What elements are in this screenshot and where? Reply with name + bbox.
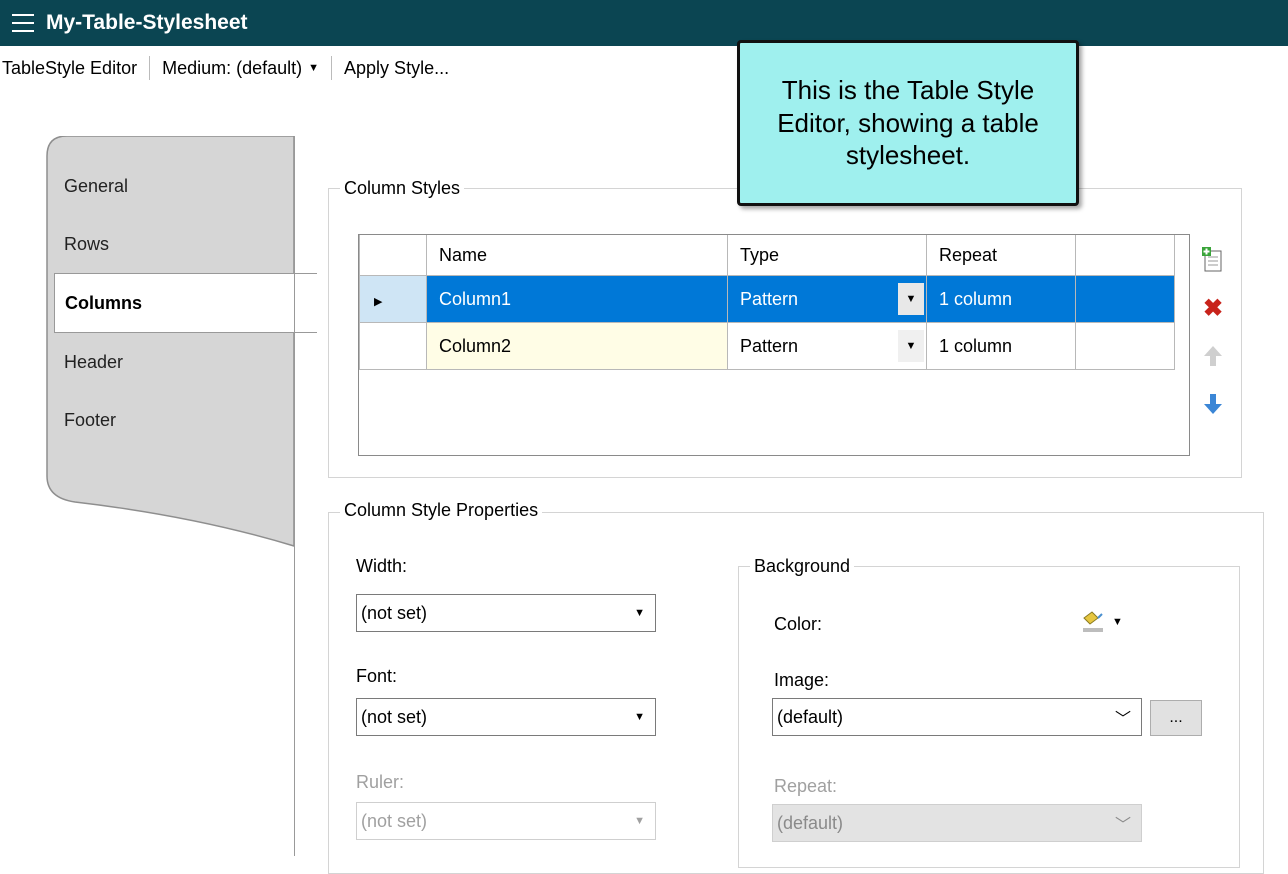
width-select[interactable]: (not set) ▼ — [356, 594, 656, 632]
cell-type[interactable]: Pattern ▼ — [727, 275, 927, 323]
chevron-down-icon: ▼ — [308, 62, 320, 74]
apply-style-label: Apply Style... — [344, 57, 450, 78]
chevron-down-icon: ▼ — [634, 711, 645, 723]
chevron-down-icon: ﹀ — [1114, 817, 1131, 834]
title-bar: My-Table-Stylesheet — [0, 0, 1288, 46]
chevron-down-icon: ▼ — [634, 607, 645, 619]
current-row-icon: ▶ — [374, 295, 383, 308]
color-picker[interactable]: ▼ — [1082, 610, 1123, 634]
row-header[interactable] — [359, 322, 427, 370]
chevron-down-icon[interactable]: ▼ — [898, 330, 924, 362]
cell-name[interactable]: Column1 — [426, 275, 728, 323]
delete-icon[interactable]: ✖ — [1198, 284, 1228, 332]
width-label: Width: — [356, 556, 408, 576]
tab-footer[interactable]: Footer — [48, 391, 294, 449]
ruler-value: (not set) — [361, 810, 428, 831]
cell-repeat[interactable]: 1 column — [926, 322, 1076, 370]
window-title: My-Table-Stylesheet — [46, 11, 248, 34]
repeat-select: (default) ﹀ — [772, 804, 1142, 842]
column-styles-label: Column Styles — [340, 178, 465, 199]
move-down-icon[interactable] — [1198, 380, 1228, 428]
font-label: Font: — [356, 666, 398, 686]
image-label: Image: — [774, 670, 830, 690]
image-value: (default) — [777, 706, 844, 727]
cell-name[interactable]: Column2 — [426, 322, 728, 370]
hamburger-menu-icon[interactable] — [12, 14, 34, 32]
image-select[interactable]: (default) ﹀ — [772, 698, 1142, 736]
cell-type[interactable]: Pattern ▼ — [727, 322, 927, 370]
tab-label: Footer — [64, 409, 117, 430]
move-up-icon[interactable] — [1198, 332, 1228, 380]
paint-color-icon — [1083, 611, 1103, 632]
column-header-name[interactable]: Name — [426, 235, 728, 276]
tab-label: Columns — [65, 292, 143, 313]
browse-image-button[interactable]: ... — [1150, 700, 1202, 736]
cell-type-value: Pattern — [740, 288, 799, 309]
header-row: Name Type Repeat — [359, 235, 1175, 276]
column-style-properties-label: Column Style Properties — [340, 500, 543, 521]
tab-general[interactable]: General — [48, 157, 294, 215]
column-styles-grid: Name Type Repeat ▶ Column1 Pattern ▼ 1 co… — [358, 234, 1190, 456]
background-label: Background — [750, 556, 855, 577]
ruler-select: (not set) ▼ — [356, 802, 656, 840]
column-style-actions: ✖ — [1198, 236, 1228, 428]
row-header[interactable]: ▶ — [359, 275, 427, 323]
column-styles-table: Name Type Repeat ▶ Column1 Pattern ▼ 1 co… — [359, 235, 1175, 370]
column-header-type[interactable]: Type — [727, 235, 927, 276]
editor-label-text: TableStyle Editor — [2, 57, 138, 78]
tab-label: Rows — [64, 233, 110, 254]
callout-text: This is the Table Style Editor, showing … — [777, 75, 1039, 171]
column-header-filler — [1075, 235, 1175, 276]
cell-filler — [1075, 275, 1175, 323]
tab-label: General — [64, 175, 129, 196]
cell-filler — [1075, 322, 1175, 370]
repeat-label: Repeat: — [774, 776, 838, 796]
cell-type-value: Pattern — [740, 335, 799, 356]
cell-repeat[interactable]: 1 column — [926, 275, 1076, 323]
color-label: Color: — [774, 614, 823, 634]
column-header-repeat[interactable]: Repeat — [926, 235, 1076, 276]
ruler-label: Ruler: — [356, 772, 405, 792]
callout-annotation: This is the Table Style Editor, showing … — [737, 40, 1079, 206]
tab-label: Header — [64, 351, 124, 372]
repeat-value: (default) — [777, 812, 844, 833]
toolbar: TableStyle Editor Medium: (default) ▼ App… — [0, 46, 1288, 90]
row-header-corner — [359, 235, 427, 276]
tab-columns[interactable]: Columns — [54, 273, 317, 333]
chevron-down-icon: ▼ — [634, 815, 645, 827]
sidebar-tabs: General Rows Columns Header Footer — [48, 157, 317, 449]
tab-rows[interactable]: Rows — [48, 215, 294, 273]
width-value: (not set) — [361, 602, 428, 623]
browse-label: ... — [1169, 709, 1183, 726]
font-select[interactable]: (not set) ▼ — [356, 698, 656, 736]
medium-dropdown[interactable]: Medium: (default) ▼ — [150, 58, 331, 79]
apply-style-button[interactable]: Apply Style... — [332, 58, 461, 79]
chevron-down-icon[interactable]: ▼ — [898, 283, 924, 315]
tablestyle-editor-label: TableStyle Editor — [0, 58, 149, 79]
font-value: (not set) — [361, 706, 428, 727]
table-row[interactable]: Column2 Pattern ▼ 1 column — [359, 322, 1175, 370]
medium-dropdown-label: Medium: (default) — [162, 57, 303, 78]
content-divider — [294, 136, 295, 856]
table-row[interactable]: ▶ Column1 Pattern ▼ 1 column — [359, 275, 1175, 323]
add-icon[interactable] — [1198, 236, 1228, 284]
chevron-down-icon: ﹀ — [1114, 711, 1131, 728]
chevron-down-icon: ▼ — [1112, 616, 1123, 628]
tab-header[interactable]: Header — [48, 333, 294, 391]
